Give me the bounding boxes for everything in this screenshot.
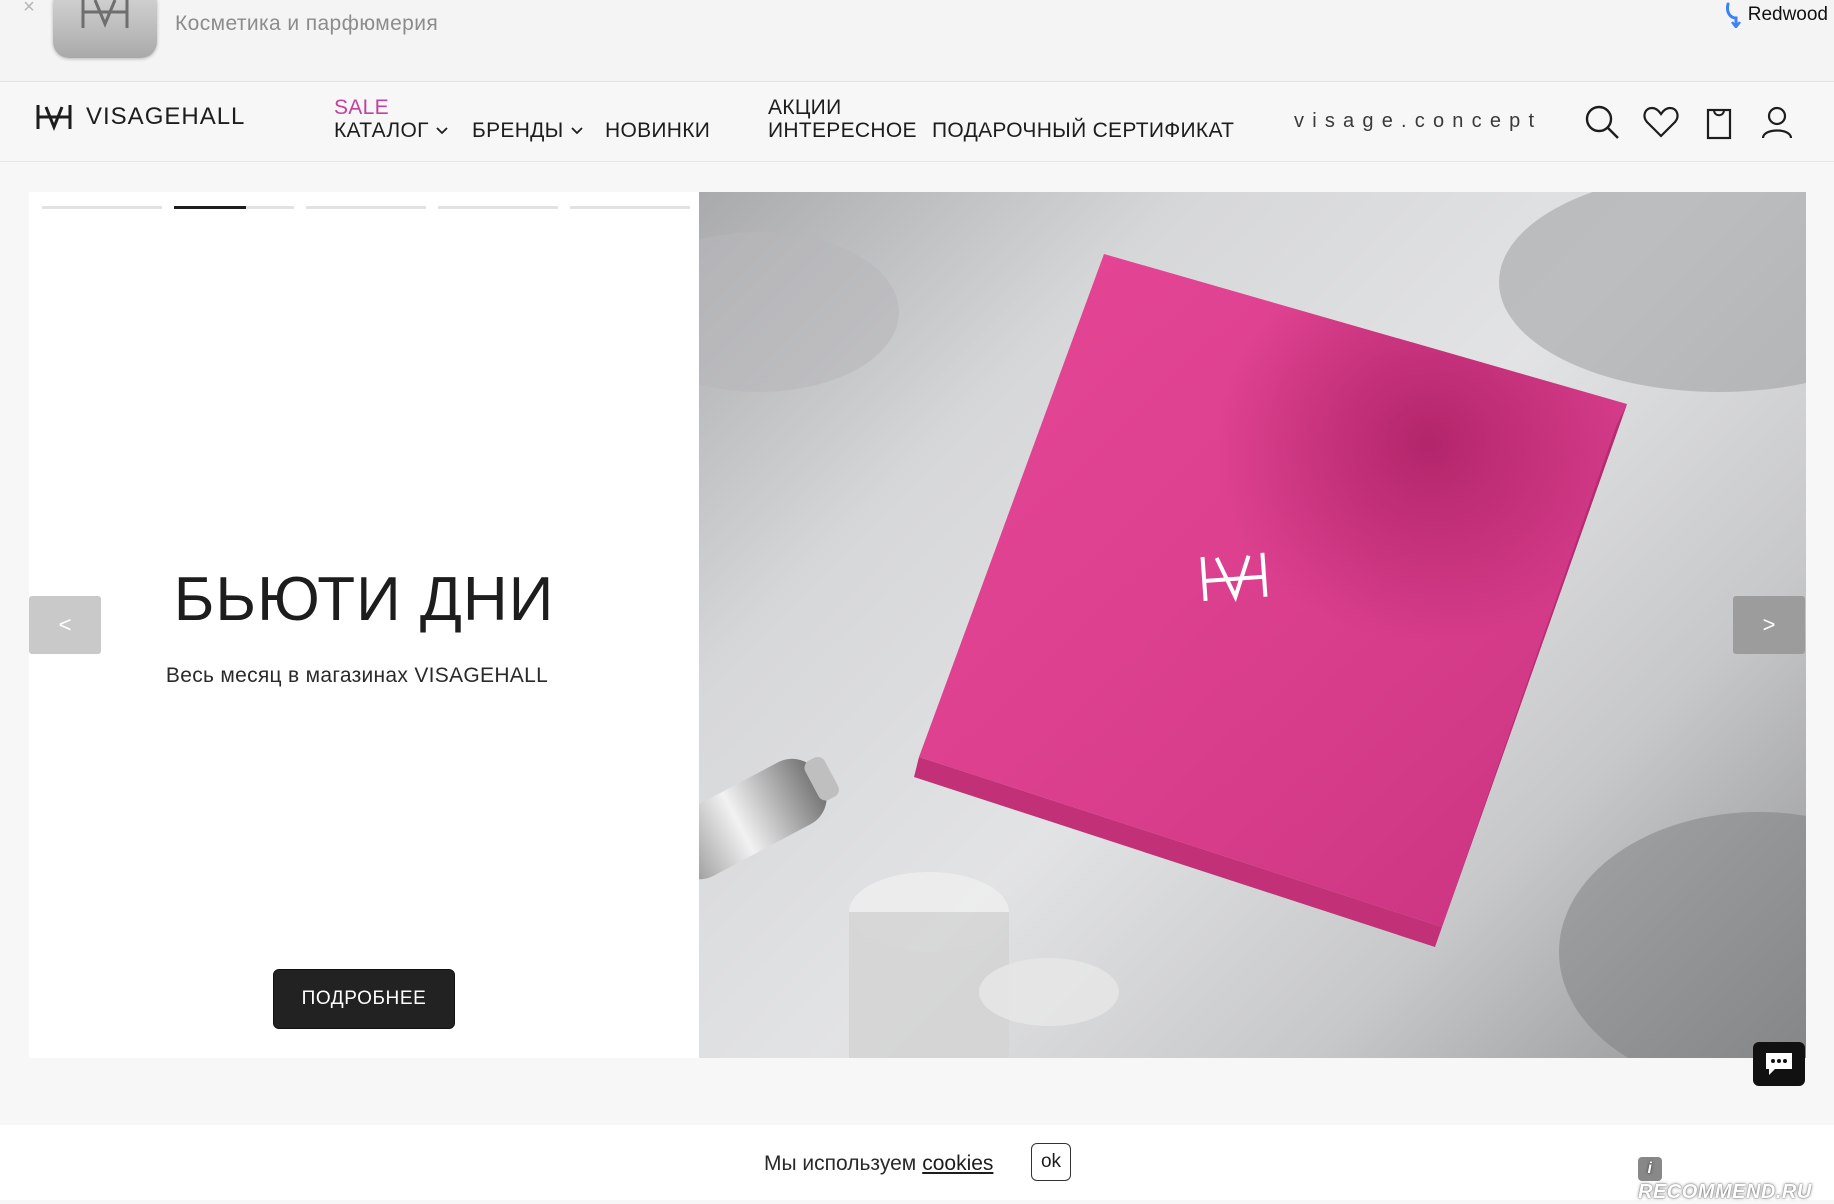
slider-progress-fill (174, 206, 246, 209)
slider-progress-segment[interactable] (306, 206, 426, 209)
bag-icon[interactable] (1699, 102, 1739, 142)
site-logo[interactable]: VISAGEHALL (34, 102, 245, 132)
nav-catalog[interactable]: КАТАЛОГ (334, 119, 449, 143)
cookie-ok-button[interactable]: ok (1031, 1143, 1071, 1181)
slider-progress (42, 206, 690, 209)
hero-image (699, 192, 1806, 1058)
nav-gift-card[interactable]: ПОДАРОЧНЫЙ СЕРТИФИКАТ (932, 119, 1234, 143)
watermark: iRECOMMEND.RU (1638, 1157, 1834, 1204)
nav-new[interactable]: НОВИНКИ (605, 119, 710, 143)
slider-prev-button[interactable]: < (29, 596, 101, 654)
redwood-label: Redwood (1747, 4, 1828, 25)
search-icon[interactable] (1582, 102, 1622, 142)
cookie-message: Мы используем (764, 1152, 917, 1175)
logo-mark-icon (36, 105, 72, 132)
slider-next-button[interactable]: > (1733, 596, 1805, 654)
slider-progress-segment[interactable] (438, 206, 558, 209)
chevron-down-icon (570, 127, 583, 135)
chat-button[interactable] (1753, 1042, 1805, 1086)
concept-link[interactable]: visage.concept (1294, 110, 1542, 133)
user-icon[interactable] (1757, 102, 1797, 142)
heart-icon[interactable] (1641, 102, 1681, 142)
slider-progress-segment[interactable] (174, 206, 294, 209)
more-button[interactable]: ПОДРОБНЕЕ (273, 969, 455, 1029)
slider-progress-segment[interactable] (570, 206, 690, 209)
app-banner-title: Косметика и парфюмерия (175, 12, 439, 35)
app-banner: × Косметика и парфюмерия Redwood (0, 0, 1834, 82)
redwood-badge[interactable]: Redwood (1724, 2, 1828, 28)
hero-subtitle: Весь месяц в магазинах VISAGEHALL (165, 664, 549, 687)
nav-catalog-label: КАТАЛОГ (334, 119, 429, 142)
nav-promo[interactable]: АКЦИИ (768, 96, 841, 120)
watermark-icon: i (1638, 1157, 1662, 1181)
chat-bubble-icon (1766, 1053, 1792, 1075)
close-icon[interactable]: × (18, 0, 40, 18)
nav-interesting[interactable]: ИНТЕРЕСНОЕ (768, 119, 917, 143)
cookie-text: Мы используем cookies (764, 1152, 993, 1176)
chevron-down-icon (436, 127, 448, 135)
site-header: VISAGEHALL SALE КАТАЛОГ БРЕНДЫ НОВИНКИ А… (0, 82, 1834, 162)
nav-sale[interactable]: SALE (334, 96, 389, 120)
slider-progress-segment[interactable] (42, 206, 162, 209)
redwood-icon (1725, 2, 1741, 28)
hero-slider: БЬЮТИ ДНИ Весь месяц в магазинах VISAGEH… (29, 192, 1806, 1058)
logo-text: VISAGEHALL (86, 103, 246, 130)
hero-title: БЬЮТИ ДНИ (173, 565, 555, 634)
nav-brands-label: БРЕНДЫ (472, 119, 564, 142)
hero-text-panel: БЬЮТИ ДНИ Весь месяц в магазинах VISAGEH… (29, 192, 699, 1058)
app-logo-icon[interactable] (53, 0, 157, 58)
cookie-bar: Мы используем cookies ok (0, 1125, 1834, 1200)
nav-brands[interactable]: БРЕНДЫ (472, 119, 584, 143)
cookie-link[interactable]: cookies (922, 1152, 993, 1175)
